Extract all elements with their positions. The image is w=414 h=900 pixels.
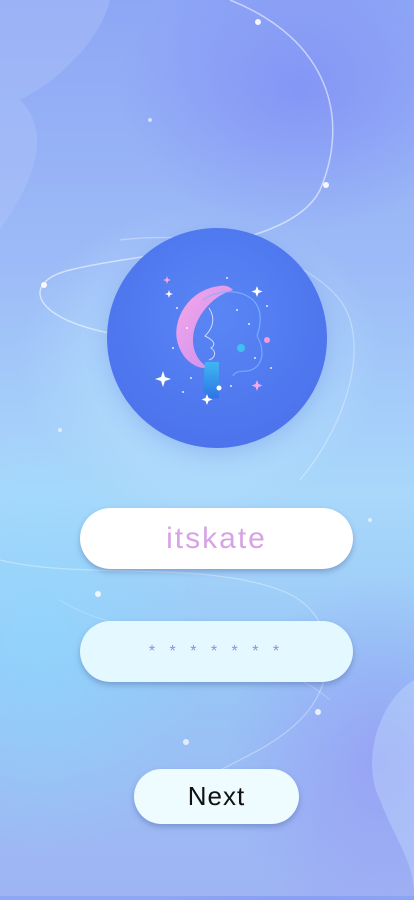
moon-woman-logo-icon (155, 276, 272, 405)
username-value: itskate (166, 521, 267, 555)
next-button-label: Next (187, 781, 246, 811)
password-field[interactable]: * * * * * * * (80, 621, 353, 682)
username-field[interactable]: itskate (80, 508, 353, 569)
background-decoration (0, 0, 414, 896)
app-logo (107, 228, 327, 448)
password-value: * * * * * * * (148, 642, 285, 660)
background-orbits (0, 0, 414, 896)
next-button[interactable]: Next (134, 769, 299, 824)
